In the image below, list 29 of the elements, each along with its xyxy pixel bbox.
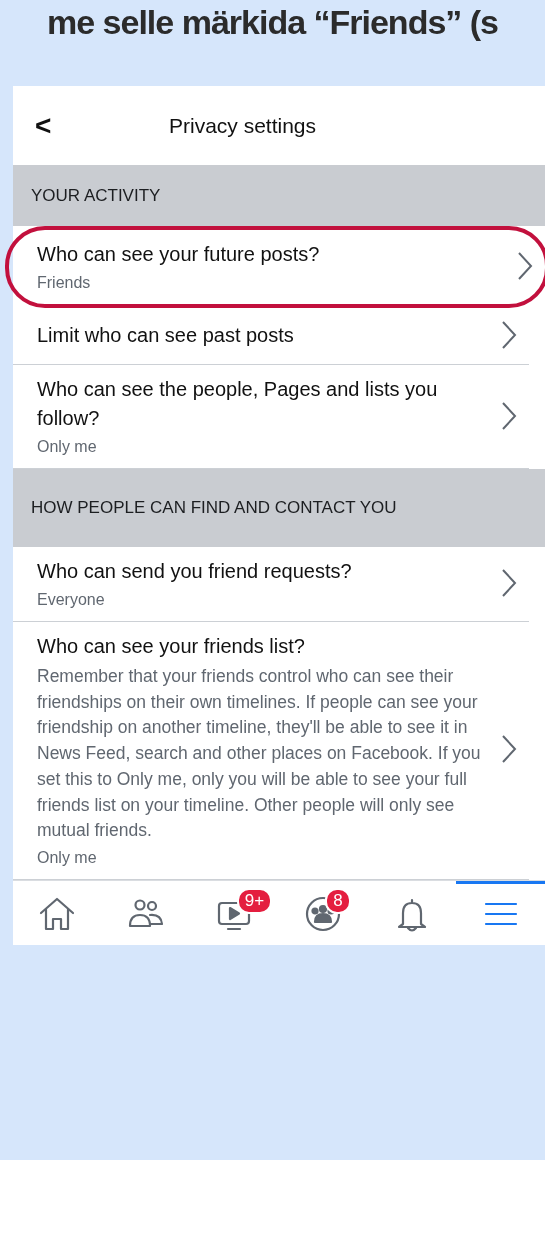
settings-row[interactable]: Who can send you friend requests? Everyone	[13, 547, 529, 622]
notification-badge: 9+	[236, 887, 273, 914]
section-header: HOW PEOPLE CAN FIND AND CONTACT YOU	[13, 469, 545, 547]
row-value: Everyone	[37, 591, 106, 609]
chevron-icon	[501, 734, 517, 765]
notification-badge: 8	[325, 887, 351, 914]
row-title: Who can see your future posts?	[37, 242, 321, 267]
chevron-icon	[501, 400, 517, 431]
section-header: YOUR ACTIVITY	[13, 165, 545, 226]
row-title: Who can send you friend requests?	[37, 559, 353, 584]
nav-tab[interactable]: 9+	[190, 880, 279, 945]
row-title: Who can see your friends list?	[37, 634, 306, 659]
back-button[interactable]: <	[29, 109, 89, 142]
chevron-icon	[517, 251, 533, 281]
row-title: Limit who can see past posts	[37, 322, 295, 348]
row-value: Friends	[37, 274, 92, 292]
row-title: Who can see the people, Pages and lists you follow?	[37, 377, 439, 431]
home-icon	[38, 896, 77, 933]
screen-title: Privacy settings	[169, 113, 317, 138]
chevron-icon	[501, 568, 517, 598]
row-value: Only me	[37, 438, 98, 456]
chevron-icon	[501, 320, 517, 350]
caption-text: me selle märkida “Friends” (s	[46, 2, 499, 43]
group-icon	[304, 896, 343, 933]
settings-row[interactable]: Who can see your future posts? Friends	[5, 226, 545, 308]
row-description: Remember that your friends control who can see their friendships on their own timelines. If people can see your friendship on another timeline, they'll be able to see it in News Feed, search and other places on Facebook. If you set this to Only me, only you will be able to see your full friends list on your timeline. Other people will only see mutual friends.	[37, 665, 482, 843]
nav-tab[interactable]: 8	[279, 880, 368, 945]
settings-row[interactable]: Limit who can see past posts	[13, 308, 529, 365]
row-value: Only me	[37, 848, 98, 867]
